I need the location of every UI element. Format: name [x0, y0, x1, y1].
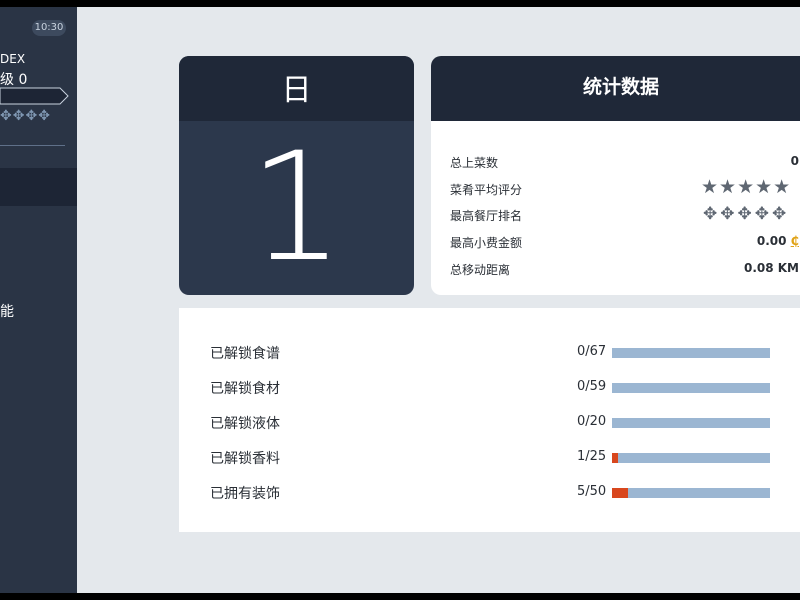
- dex-label: DEX: [0, 52, 26, 66]
- stat-value: 0.00 ₵: [757, 234, 799, 248]
- day-card: 日 1: [179, 56, 414, 295]
- xp-bar: [0, 87, 69, 105]
- unlock-count: 1/25: [577, 449, 607, 464]
- progress-fill: [612, 453, 619, 463]
- progress-bar: [612, 348, 770, 358]
- unlock-label: 已解锁香料: [210, 451, 280, 467]
- progress-bar: [612, 418, 770, 428]
- stat-row-total-served: 总上菜数 0: [431, 152, 800, 172]
- progress-bar: [612, 383, 770, 393]
- day-number: 1: [248, 121, 345, 295]
- sidebar-item-active[interactable]: [0, 168, 77, 206]
- stat-value: 0: [790, 154, 799, 168]
- unlock-count: 0/67: [577, 344, 607, 359]
- sidebar-item-label[interactable]: 能: [0, 301, 14, 321]
- unlock-row: 已解锁食谱 0/67: [179, 343, 800, 363]
- unlock-count: 0/59: [577, 379, 607, 394]
- unlock-count: 0/20: [577, 414, 607, 429]
- unlock-label: 已解锁食材: [210, 381, 280, 397]
- rank-diamonds-icon: ✥✥✥✥✥: [703, 204, 790, 224]
- stat-row-avg-rating: 菜肴平均评分 ★★★★★: [431, 176, 800, 199]
- star-rating-icon: ★★★★★: [701, 176, 792, 198]
- stat-row-best-rank: 最高餐厅排名 ✥✥✥✥✥: [431, 204, 800, 225]
- game-screen: 10:30 DEX 级 0 ✥✥✥✥ 能 日 1 统计数据 总上菜数 0 菜肴平…: [0, 7, 800, 593]
- tip-amount: 0.00: [756, 234, 787, 248]
- stats-header: 统计数据: [431, 56, 800, 121]
- stats-title: 统计数据: [583, 76, 660, 98]
- stat-value: 0.08 KM: [743, 261, 799, 275]
- stat-row-distance: 总移动距离 0.08 KM: [431, 259, 800, 279]
- rank-diamonds-icon: ✥✥✥✥: [0, 108, 51, 124]
- unlock-label: 已解锁食谱: [210, 346, 280, 362]
- stat-label: 菜肴平均评分: [450, 183, 523, 197]
- unlock-row: 已拥有装饰 5/50: [179, 483, 800, 503]
- sidebar-divider: [0, 145, 65, 146]
- stat-row-best-tip: 最高小费金额 0.00 ₵: [431, 232, 800, 252]
- unlock-label: 已拥有装饰: [210, 486, 280, 502]
- unlock-row: 已解锁食材 0/59: [179, 378, 800, 398]
- stat-label: 最高小费金额: [450, 236, 523, 250]
- unlock-row: 已解锁香料 1/25: [179, 448, 800, 468]
- progress-bar: [612, 453, 770, 463]
- unlock-row: 已解锁液体 0/20: [179, 413, 800, 433]
- stats-card: 统计数据 总上菜数 0 菜肴平均评分 ★★★★★ 最高餐厅排名 ✥✥✥✥✥ 最高…: [431, 56, 800, 295]
- time-badge: 10:30: [32, 20, 66, 36]
- progress-fill: [612, 488, 628, 498]
- unlock-progress-card: 已解锁食谱 0/67 已解锁食材 0/59 已解锁液体 0/20 已解锁香料 1…: [179, 308, 800, 532]
- day-header: 日: [179, 56, 414, 121]
- sidebar: 10:30 DEX 级 0 ✥✥✥✥ 能: [0, 7, 77, 593]
- progress-bar: [612, 488, 770, 498]
- unlock-count: 5/50: [577, 484, 607, 499]
- stat-label: 总移动距离: [450, 263, 511, 277]
- stat-label: 总上菜数: [450, 156, 499, 170]
- unlock-label: 已解锁液体: [210, 416, 280, 432]
- coin-icon: ₵: [790, 234, 799, 248]
- stat-label: 最高餐厅排名: [450, 209, 523, 223]
